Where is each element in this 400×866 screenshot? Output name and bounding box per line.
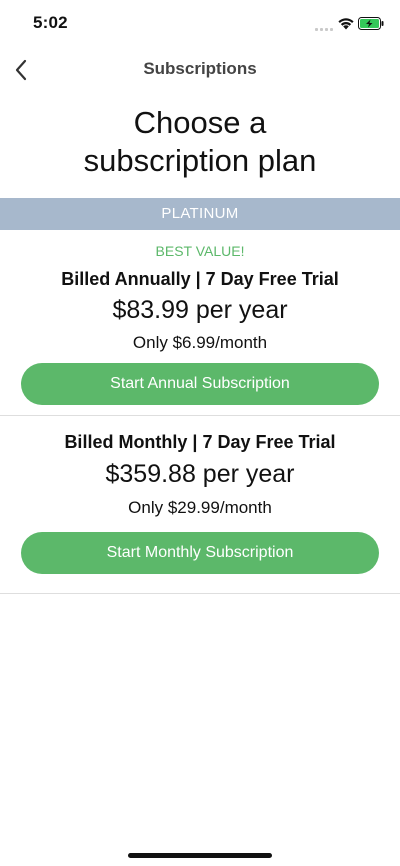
plan-monthly-price: Only $29.99/month [128,498,272,517]
tier-banner: PLATINUM [0,198,400,230]
subscriptions-screen: 5:02 Subscriptions Choose a subscription… [0,0,400,866]
start-monthly-subscription-button[interactable]: Start Monthly Subscription [21,532,379,574]
plan-monthly-price: Only $6.99/month [132,333,268,352]
status-time: 5:02 [33,13,68,32]
choose-plan-heading: Choose a subscription plan [0,104,400,180]
page-title: Subscriptions [143,59,257,78]
start-annual-subscription-button[interactable]: Start Annual Subscription [21,363,379,405]
home-indicator[interactable] [128,853,272,858]
plan-price: $83.99 per year [112,296,288,324]
monthly-plan-card: Billed Monthly | 7 Day Free Trial $359.8… [0,416,400,594]
plan-title: Billed Annually | 7 Day Free Trial [61,269,339,289]
annual-plan-card: BEST VALUE! Billed Annually | 7 Day Free… [0,230,400,416]
heading-line-1: Choose a [133,105,267,140]
battery-charging-icon [358,17,384,30]
navigation-bar: Subscriptions [0,48,400,92]
heading-line-2: subscription plan [83,143,317,178]
status-bar: 5:02 [0,0,400,48]
signal-icon [315,25,335,31]
best-value-badge: BEST VALUE! [155,243,245,259]
plan-title: Billed Monthly | 7 Day Free Trial [64,432,336,452]
wifi-icon [338,18,354,30]
plan-price: $359.88 per year [105,460,295,488]
